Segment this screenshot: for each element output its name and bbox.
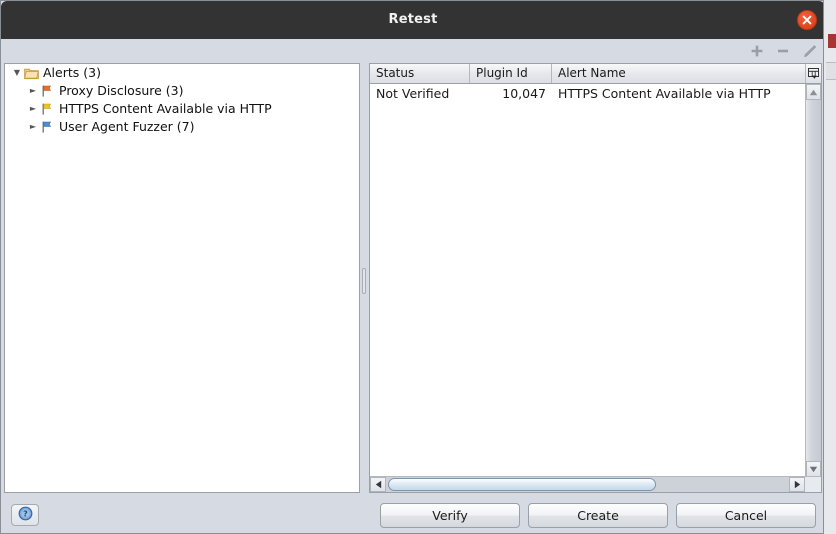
table-header-row: Status Plugin Id Alert Name — [370, 64, 821, 84]
table-body[interactable]: Not Verified 10,047 HTTPS Content Availa… — [370, 84, 805, 477]
chevron-right-icon[interactable]: ► — [27, 118, 39, 136]
folder-icon — [23, 65, 39, 81]
verify-button[interactable]: Verify — [380, 503, 520, 528]
table-horizontal-scrollbar[interactable] — [370, 476, 821, 492]
retest-dialog: Retest ▼ Alerts (3) ► Proxy Disclosure (… — [0, 0, 824, 534]
background-window-sliver — [823, 0, 836, 534]
chevron-right-icon[interactable]: ► — [27, 82, 39, 100]
help-button[interactable]: ? — [11, 504, 39, 526]
dialog-action-buttons: Verify Create Cancel — [380, 503, 816, 528]
scrollbar-corner — [805, 477, 821, 492]
close-icon[interactable] — [797, 10, 817, 30]
minus-icon[interactable] — [773, 41, 793, 61]
cell-plugin-id: 10,047 — [502, 86, 546, 101]
dialog-toolbar — [1, 39, 823, 63]
column-header-plugin-id[interactable]: Plugin Id — [470, 64, 552, 83]
arrow-up-icon[interactable] — [806, 84, 821, 100]
dialog-titlebar: Retest — [1, 1, 823, 39]
horizontal-scroll-track[interactable] — [386, 477, 789, 492]
alerts-table-panel: Status Plugin Id Alert Name Not Verified… — [369, 63, 822, 493]
cell-status: Not Verified — [376, 86, 450, 101]
dialog-title: Retest — [388, 12, 438, 27]
alerts-tree-panel[interactable]: ▼ Alerts (3) ► Proxy Disclosure (3) ► HT… — [4, 63, 360, 493]
tree-node-https-content[interactable]: ► HTTPS Content Available via HTTP — [5, 100, 359, 118]
flag-icon — [39, 119, 55, 135]
column-header-status[interactable]: Status — [370, 64, 470, 83]
tree-node-label: Proxy Disclosure (3) — [59, 83, 184, 98]
dialog-content: ▼ Alerts (3) ► Proxy Disclosure (3) ► HT… — [1, 63, 823, 495]
arrow-down-icon[interactable] — [806, 461, 821, 477]
tree-node-alerts[interactable]: ▼ Alerts (3) — [5, 64, 359, 82]
flag-icon — [39, 101, 55, 117]
cancel-button[interactable]: Cancel — [676, 503, 816, 528]
horizontal-scroll-thumb[interactable] — [388, 478, 656, 491]
table-vertical-scrollbar[interactable] — [805, 84, 821, 477]
dialog-footer: ? Verify Create Cancel — [1, 495, 823, 533]
column-header-alert-name[interactable]: Alert Name — [552, 64, 805, 83]
arrow-right-icon[interactable] — [789, 477, 805, 492]
arrow-left-icon[interactable] — [370, 477, 386, 492]
chevron-right-icon[interactable]: ► — [27, 100, 39, 118]
toolbar-icon-group — [747, 41, 819, 61]
svg-text:?: ? — [23, 510, 28, 519]
flag-icon — [39, 83, 55, 99]
column-settings-icon[interactable] — [805, 64, 821, 83]
create-button[interactable]: Create — [528, 503, 668, 528]
pencil-icon[interactable] — [799, 41, 819, 61]
chevron-down-icon[interactable]: ▼ — [11, 64, 23, 82]
cell-alert-name: HTTPS Content Available via HTTP — [558, 86, 771, 101]
panel-splitter[interactable] — [360, 63, 369, 493]
tree-node-label: Alerts (3) — [43, 65, 101, 80]
tree-node-user-agent-fuzzer[interactable]: ► User Agent Fuzzer (7) — [5, 118, 359, 136]
background-accent-strip — [828, 34, 836, 48]
vertical-scroll-track[interactable] — [806, 100, 821, 461]
tree-node-proxy-disclosure[interactable]: ► Proxy Disclosure (3) — [5, 82, 359, 100]
table-row[interactable]: Not Verified 10,047 HTTPS Content Availa… — [370, 84, 805, 103]
tree-node-label: HTTPS Content Available via HTTP — [59, 101, 272, 116]
plus-icon[interactable] — [747, 41, 767, 61]
splitter-grip[interactable] — [362, 268, 366, 294]
help-icon: ? — [18, 506, 33, 524]
tree-node-label: User Agent Fuzzer (7) — [59, 119, 195, 134]
background-row-strip — [826, 62, 836, 80]
